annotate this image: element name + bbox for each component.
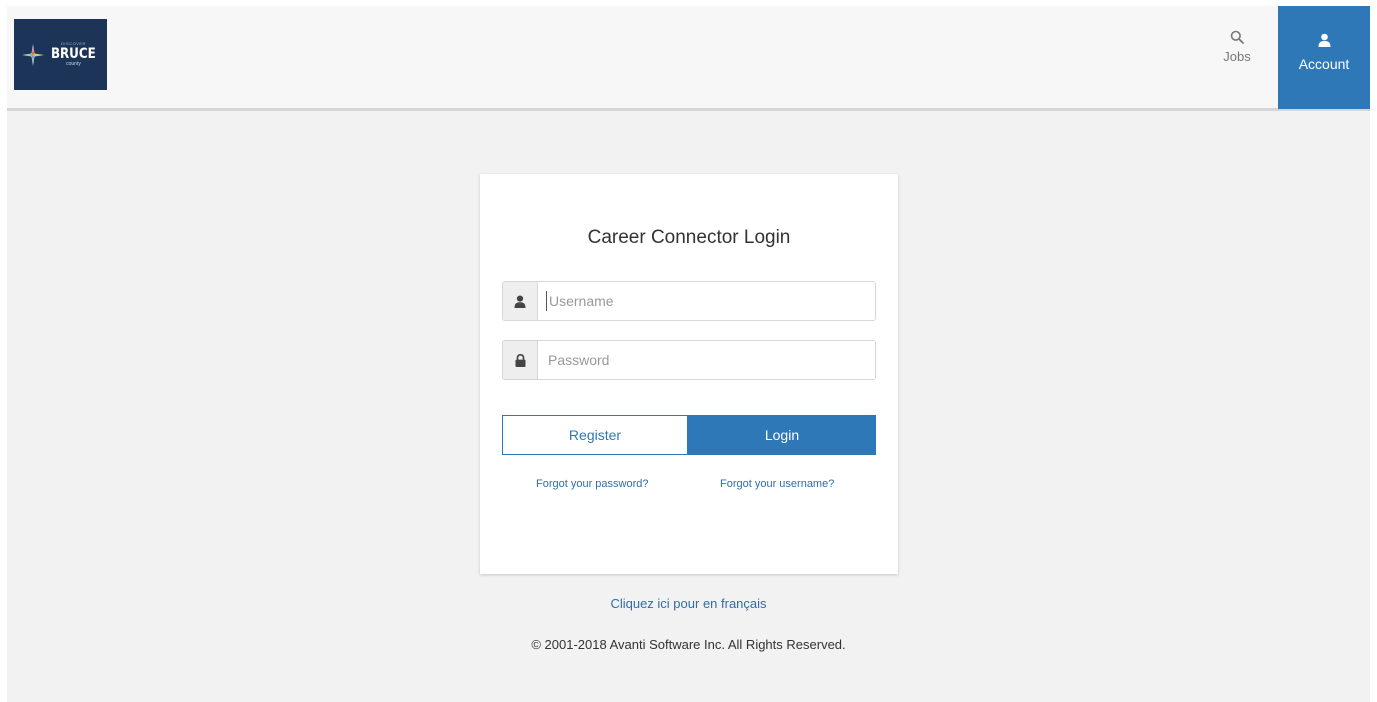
nav-jobs-label: Jobs (1223, 49, 1251, 64)
logo-content: DISCOVER BRUCE county (21, 42, 100, 67)
password-addon (503, 341, 538, 379)
copyright-text: © 2001-2018 Avanti Software Inc. All Rig… (531, 637, 846, 652)
bruce-county-logo[interactable]: DISCOVER BRUCE county (14, 19, 107, 90)
french-language-link[interactable]: Cliquez ici pour en français (7, 596, 1370, 611)
password-input[interactable] (538, 341, 875, 379)
page-frame: DISCOVER BRUCE county Jobs Account Caree… (7, 6, 1370, 702)
login-button[interactable]: Login (688, 415, 876, 455)
username-input[interactable] (546, 291, 875, 311)
logo-text: DISCOVER BRUCE county (47, 42, 100, 67)
nav-account-label: Account (1298, 56, 1350, 72)
register-button[interactable]: Register (502, 415, 688, 455)
site-header: DISCOVER BRUCE county Jobs Account (7, 6, 1370, 111)
login-title: Career Connector Login (587, 227, 791, 248)
nav-jobs-link[interactable]: Jobs (1212, 30, 1262, 80)
login-button-row: Register Login (502, 415, 876, 455)
search-icon (1230, 30, 1244, 44)
logo-main-text: BRUCE (51, 46, 96, 62)
username-field-group (502, 281, 876, 321)
french-language-link-text[interactable]: Cliquez ici pour en français (610, 596, 766, 611)
nav-account-link[interactable]: Account (1278, 6, 1370, 109)
lock-icon (515, 353, 525, 367)
password-field-group (502, 340, 876, 380)
login-card: Career Connector Login Register Login (480, 174, 898, 574)
forgot-username-link[interactable]: Forgot your username? (720, 478, 834, 490)
logo-sub-text: county (66, 61, 81, 67)
user-icon (1318, 33, 1330, 47)
forgot-password-link[interactable]: Forgot your password? (536, 478, 649, 490)
user-icon (514, 295, 526, 308)
username-addon (503, 282, 538, 320)
compass-star-icon (22, 43, 45, 66)
